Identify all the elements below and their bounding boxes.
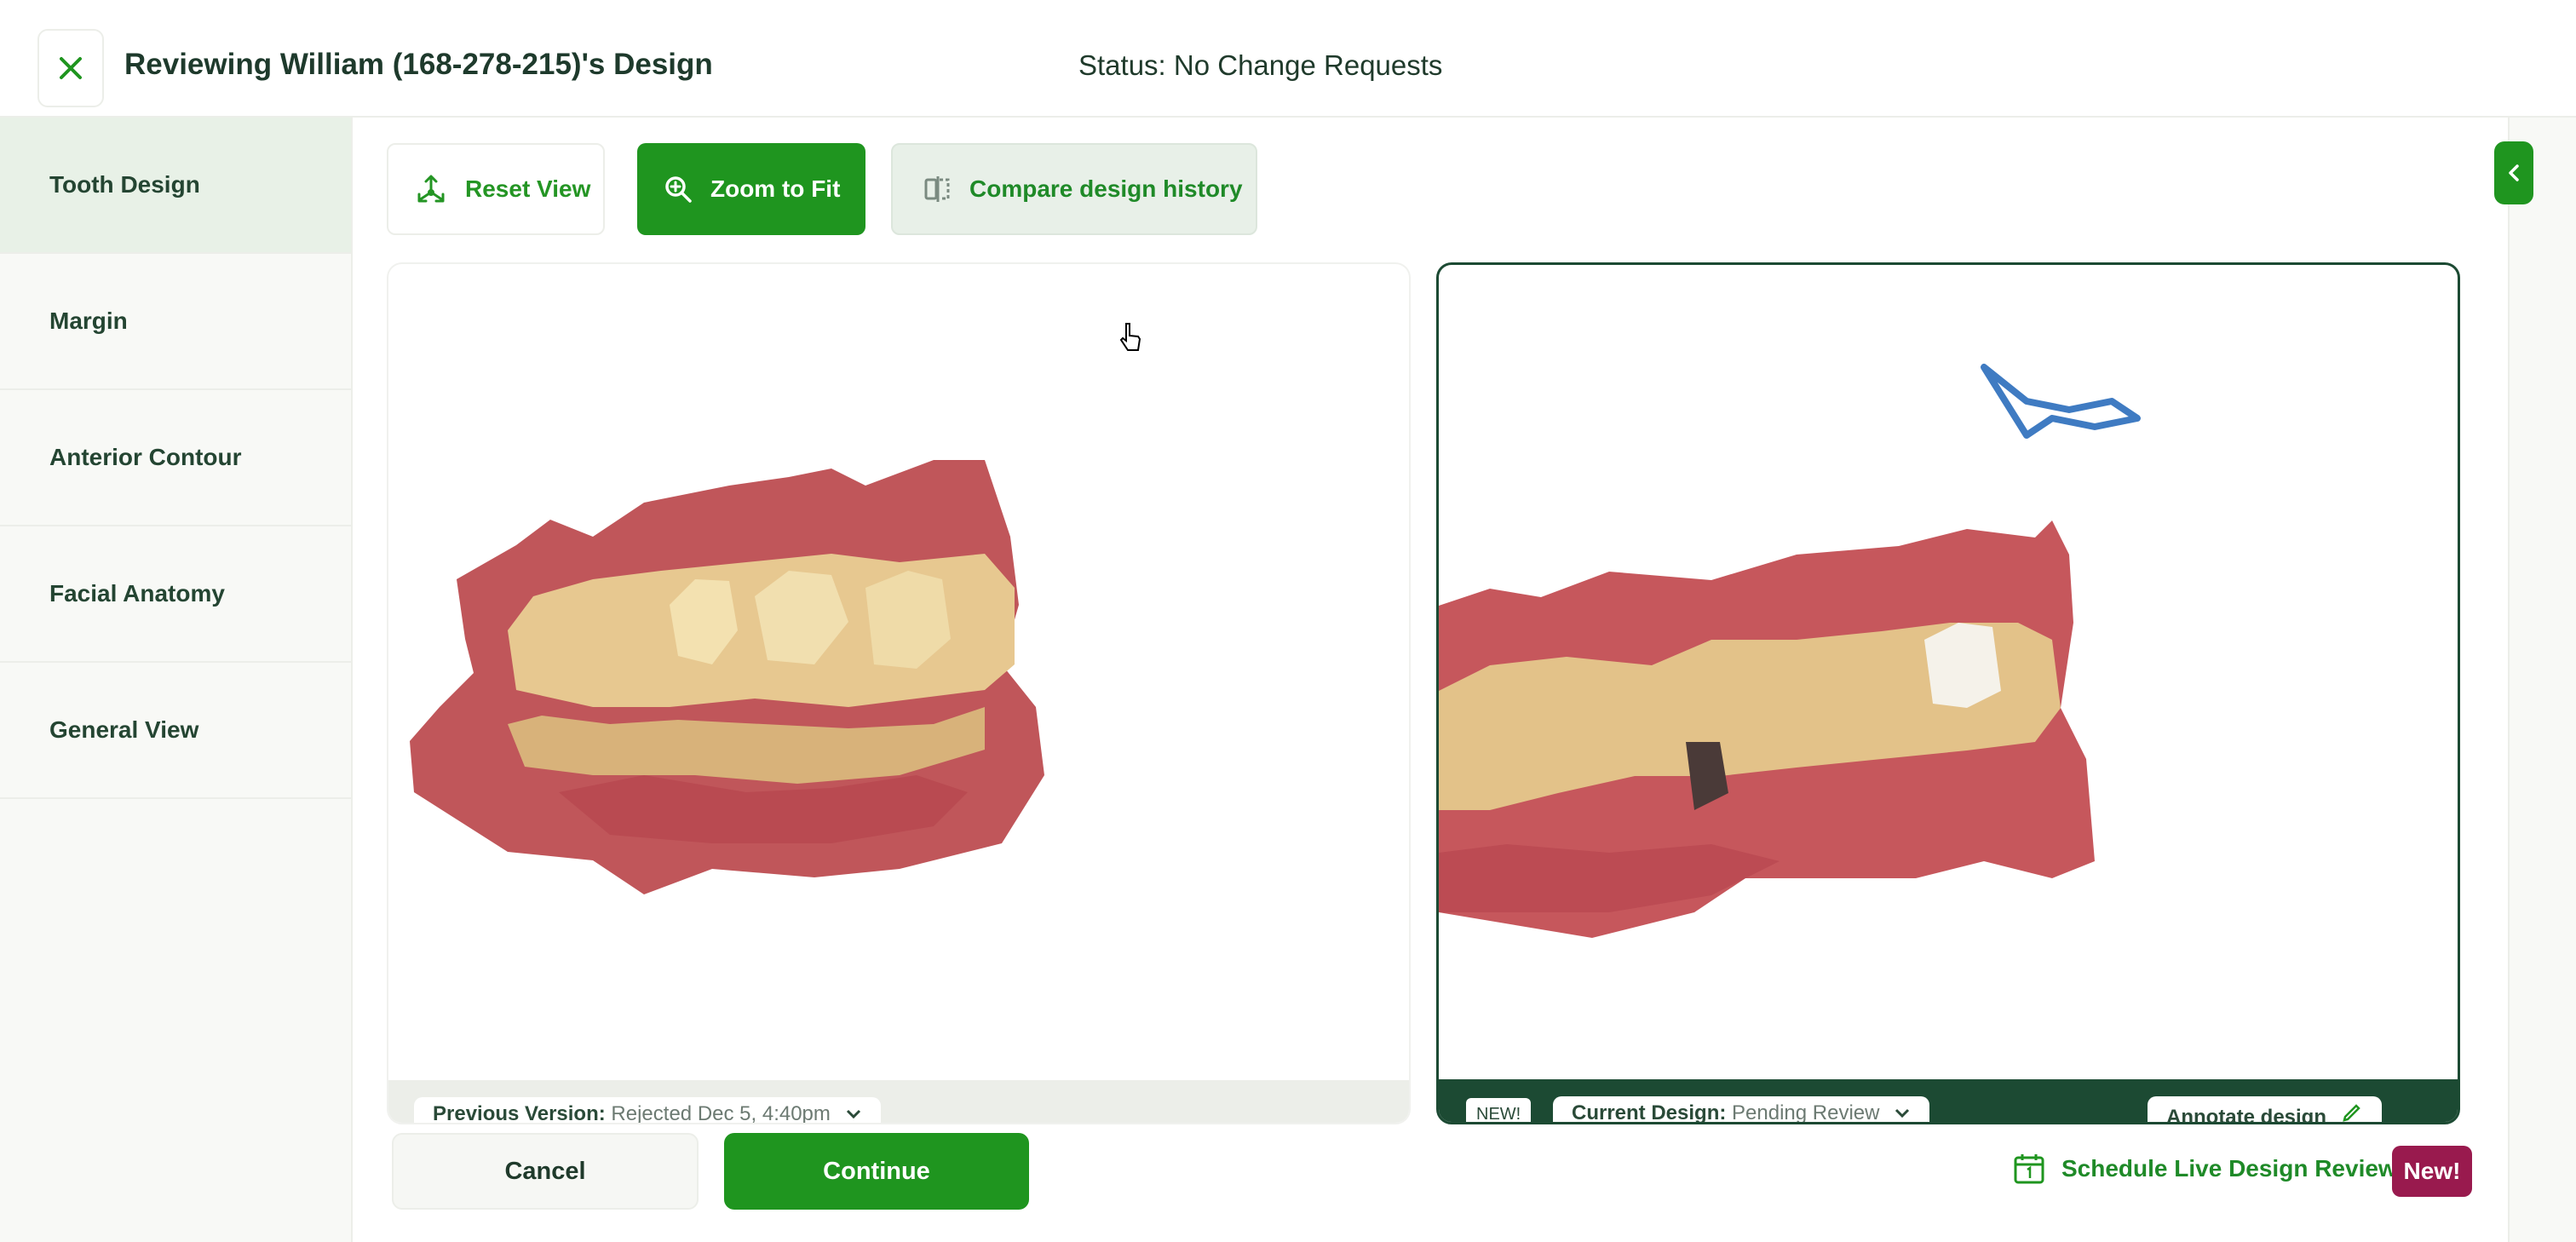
viewer-footer-strip: NEW! Current Design: Pending Review Anno…: [1439, 1079, 2458, 1122]
cancel-label: Cancel: [504, 1157, 586, 1185]
sidebar-item-label: Tooth Design: [49, 171, 200, 198]
cancel-button[interactable]: Cancel: [392, 1133, 699, 1210]
chevron-down-icon: [846, 1109, 860, 1119]
sidebar-item-tooth-design[interactable]: Tooth Design: [0, 118, 351, 254]
design-version-label: Current Design:: [1572, 1101, 1727, 1124]
compare-icon: [923, 175, 952, 204]
dental-scan-current: [1439, 364, 2141, 938]
sidebar-item-label: Facial Anatomy: [49, 580, 225, 607]
schedule-live-review-link[interactable]: Schedule Live Design Review: [2012, 1152, 2397, 1186]
sidebar-item-label: Anterior Contour: [49, 444, 242, 470]
viewer-footer-strip: Previous Version: Rejected Dec 5, 4:40pm: [388, 1080, 1409, 1123]
sidebar-item-label: General View: [49, 716, 199, 743]
schedule-label: Schedule Live Design Review: [2061, 1155, 2397, 1182]
new-badge: New!: [2392, 1146, 2472, 1197]
design-version-value: Pending Review: [1732, 1101, 1880, 1124]
reset-view-label: Reset View: [465, 175, 591, 202]
version-value: Rejected Dec 5, 4:40pm: [611, 1102, 831, 1124]
collapse-panel-button[interactable]: [2494, 141, 2533, 204]
pencil-icon: [2342, 1104, 2360, 1122]
continue-button[interactable]: Continue: [724, 1133, 1029, 1210]
current-design-viewer[interactable]: NEW! Current Design: Pending Review Anno…: [1436, 262, 2460, 1124]
zoom-in-icon: [663, 174, 693, 204]
close-button[interactable]: [37, 29, 104, 107]
compare-history-label: Compare design history: [969, 175, 1243, 202]
sidebar-item-facial-anatomy[interactable]: Facial Anatomy: [0, 526, 351, 663]
sidebar-item-general-view[interactable]: General View: [0, 663, 351, 799]
zoom-to-fit-button[interactable]: Zoom to Fit: [637, 143, 865, 235]
compare-history-button[interactable]: Compare design history: [891, 143, 1257, 235]
status-text: Status: No Change Requests: [1078, 49, 1443, 81]
version-label: Previous Version:: [433, 1102, 606, 1124]
sidebar: Tooth Design Margin Anterior Contour Fac…: [0, 118, 353, 1242]
close-icon: [60, 57, 82, 79]
continue-label: Continue: [823, 1157, 930, 1185]
reset-view-icon: [414, 172, 448, 206]
annotate-design-button[interactable]: Annotate design: [2148, 1096, 2382, 1124]
chevron-left-icon: [2509, 164, 2519, 181]
version-dropdown[interactable]: Previous Version: Rejected Dec 5, 4:40pm: [414, 1097, 881, 1124]
right-panel-rail: [2508, 118, 2576, 1242]
sidebar-item-anterior-contour[interactable]: Anterior Contour: [0, 390, 351, 526]
annotate-design-label: Annotate design: [2166, 1106, 2327, 1124]
pointer-cursor-icon: [1119, 323, 1141, 351]
sidebar-item-label: Margin: [49, 308, 128, 334]
sidebar-item-margin[interactable]: Margin: [0, 254, 351, 390]
zoom-to-fit-label: Zoom to Fit: [710, 175, 841, 202]
main-area: Reset View Zoom to Fit Compare design hi…: [353, 118, 2508, 1242]
new-tag: NEW!: [1466, 1098, 1532, 1122]
previous-version-viewer[interactable]: Previous Version: Rejected Dec 5, 4:40pm: [387, 262, 1411, 1124]
reset-view-button[interactable]: Reset View: [387, 143, 605, 235]
design-version-dropdown[interactable]: Current Design: Pending Review: [1553, 1096, 1930, 1124]
header: Reviewing William (168-278-215)'s Design…: [0, 0, 2576, 118]
page-title: Reviewing William (168-278-215)'s Design: [124, 48, 713, 81]
dental-scan-previous: [410, 460, 1044, 894]
chevron-down-icon: [1895, 1108, 1910, 1118]
calendar-icon: [2014, 1154, 2044, 1184]
